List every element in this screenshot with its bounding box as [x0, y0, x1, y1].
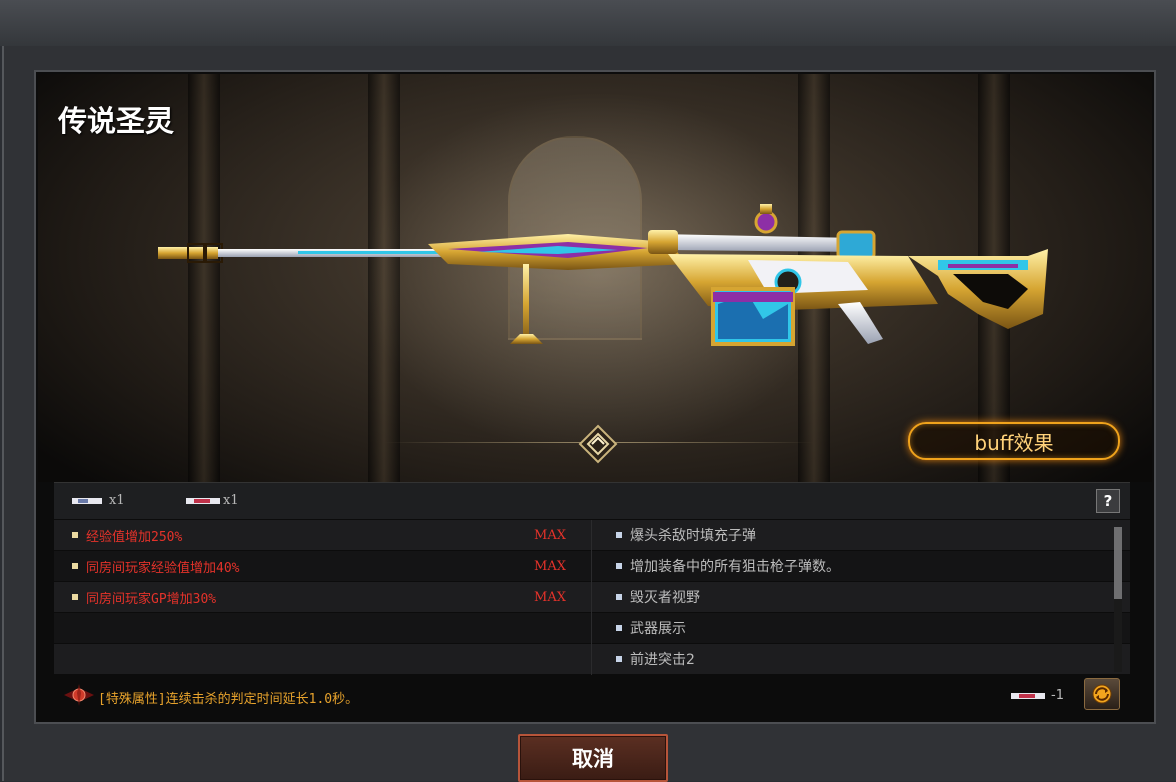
scrollbar[interactable] [1114, 527, 1122, 672]
bullet-icon [616, 625, 622, 631]
attribute-text: 同房间玩家经验值增加40% [86, 560, 240, 576]
attribute-level: MAX [534, 559, 566, 574]
weapon-panel: 传说圣灵 buff效果 x1 x1 ? 经验值增加250% MAX 爆头杀敌时填… [34, 70, 1156, 724]
table-row: 经验值增加250% MAX 爆头杀敌时填充子弹 [54, 520, 1130, 550]
refresh-icon [1092, 684, 1112, 704]
bullet-icon [616, 563, 622, 569]
bullet-icon [72, 594, 78, 600]
attribute-text: 增加装备中的所有狙击枪子弹数。 [630, 559, 840, 575]
attribute-level: MAX [534, 528, 566, 543]
refresh-button[interactable] [1084, 678, 1120, 710]
special-attribute-icon [64, 684, 94, 706]
footer-bar: [特殊属性]连续击杀的判定时间延长1.0秒。 -1 [54, 676, 1130, 716]
ammo-slot-icon [1011, 692, 1046, 699]
slot-count: x1 [109, 493, 125, 508]
buff-effect-button[interactable]: buff效果 [908, 422, 1120, 460]
table-row: 武器展示 [54, 613, 1130, 643]
attribute-text: 前进突击2 [630, 652, 695, 668]
upgrade-cost: -1 [1011, 688, 1064, 703]
bullet-icon [72, 563, 78, 569]
attribute-text: 爆头杀敌时填充子弹 [630, 528, 756, 544]
attribute-text: 武器展示 [630, 621, 686, 637]
attribute-level: MAX [534, 590, 566, 605]
table-row: 前进突击2 [54, 644, 1130, 674]
sniper-rifle-image [158, 204, 1048, 346]
ammo-slot-icon [72, 497, 102, 504]
ornament-icon [578, 424, 618, 464]
help-button[interactable]: ? [1096, 489, 1120, 513]
attribute-table: 经验值增加250% MAX 爆头杀敌时填充子弹 同房间玩家经验值增加40% MAX … [54, 520, 1130, 675]
bullet-icon [616, 594, 622, 600]
slot-item: x1 [186, 493, 239, 508]
bullet-icon [72, 532, 78, 538]
column-divider [591, 520, 592, 675]
weapon-name: 传说圣灵 [58, 104, 175, 138]
slot-count: x1 [223, 493, 239, 508]
attribute-text: 毁灭者视野 [630, 590, 700, 606]
ammo-slot-icon [186, 497, 220, 504]
bullet-icon [616, 532, 622, 538]
table-row: 同房间玩家GP增加30% MAX 毁灭者视野 [54, 582, 1130, 612]
bullet-icon [616, 656, 622, 662]
cancel-button[interactable]: 取消 [518, 734, 668, 782]
slot-bar: x1 x1 ? [54, 482, 1130, 519]
attribute-text: 经验值增加250% [86, 529, 183, 545]
special-attribute-text: [特殊属性]连续击杀的判定时间延长1.0秒。 [98, 692, 359, 707]
table-row: 同房间玩家经验值增加40% MAX 增加装备中的所有狙击枪子弹数。 [54, 551, 1130, 581]
weapon-showcase: 传说圣灵 buff效果 [38, 74, 1152, 482]
slot-item: x1 [72, 493, 125, 508]
cost-value: -1 [1051, 688, 1064, 703]
scroll-thumb[interactable] [1114, 527, 1122, 599]
top-strip [0, 0, 1176, 46]
attribute-text: 同房间玩家GP增加30% [86, 591, 217, 607]
